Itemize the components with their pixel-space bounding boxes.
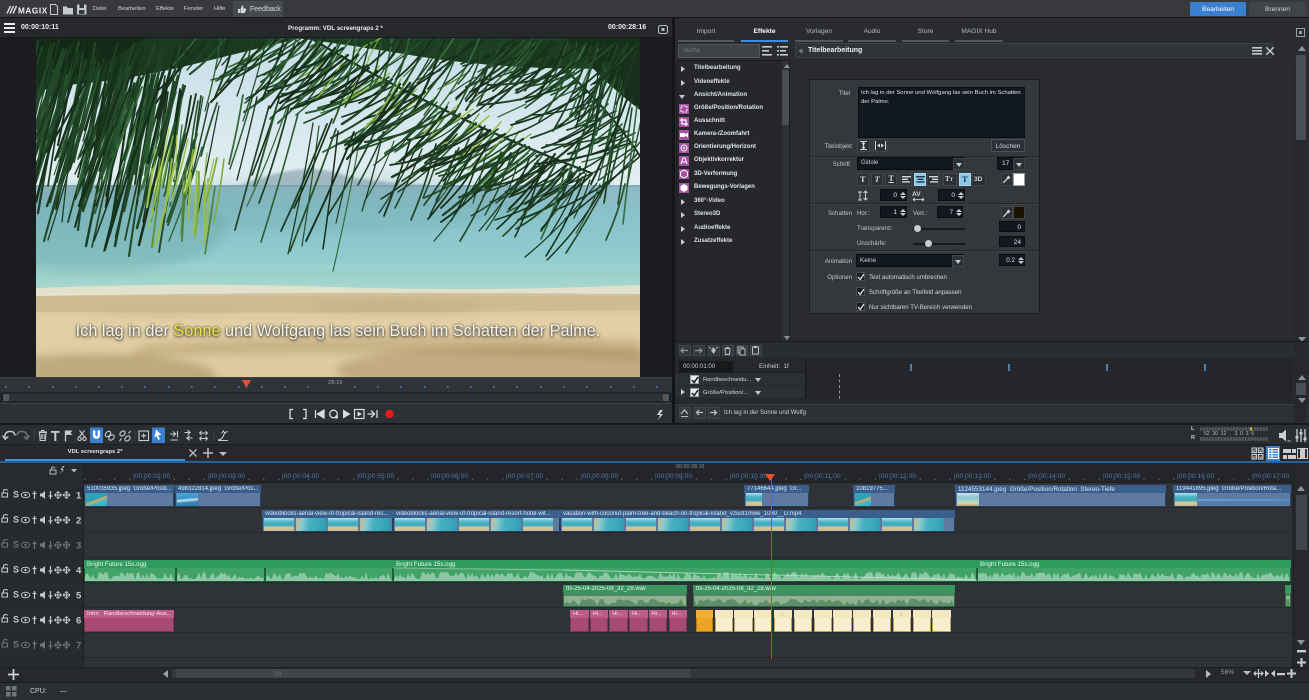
svg-text:|00:00:07:00: |00:00:07:00	[506, 473, 543, 480]
svg-text:|00:00:16:00: |00:00:16:00	[1177, 473, 1214, 480]
svg-text:|00:00:08:00: |00:00:08:00	[581, 473, 618, 480]
svg-text:S: S	[13, 490, 19, 500]
svg-text:|00:00:05:00: |00:00:05:00	[357, 473, 394, 480]
svg-text:5: 5	[76, 591, 82, 602]
svg-text:|00:00:17:00: |00:00:17:00	[1252, 473, 1289, 480]
svg-text:|00:00:10:00: |00:00:10:00	[730, 473, 767, 480]
svg-text:S: S	[13, 565, 19, 575]
svg-text:|00:00:14:00: |00:00:14:00	[1028, 473, 1065, 480]
svg-text:S: S	[13, 615, 19, 625]
svg-text:|00:00:13:00: |00:00:13:00	[954, 473, 991, 480]
svg-text:|00:00:12:00: |00:00:12:00	[879, 473, 916, 480]
svg-text:|00:00:06:00: |00:00:06:00	[431, 473, 468, 480]
svg-text:|00:00:09:00: |00:00:09:00	[655, 473, 692, 480]
svg-text:AV: AV	[912, 191, 921, 198]
svg-text:2: 2	[76, 516, 81, 527]
svg-text:|00:00:02:00: |00:00:02:00	[133, 473, 170, 480]
svg-text:MAGIX: MAGIX	[18, 6, 48, 15]
svg-text:S: S	[13, 540, 19, 550]
svg-text:6: 6	[76, 616, 81, 627]
svg-text:S: S	[13, 515, 19, 525]
svg-text:1: 1	[76, 491, 82, 502]
svg-text:3: 3	[76, 541, 81, 552]
svg-text:|00:00:15:00: |00:00:15:00	[1103, 473, 1140, 480]
svg-text:S: S	[13, 590, 19, 600]
svg-text:4: 4	[76, 566, 82, 577]
svg-text:|00:00:04:00: |00:00:04:00	[282, 473, 319, 480]
svg-text:|00:00:03:00: |00:00:03:00	[208, 473, 245, 480]
svg-text:S: S	[13, 640, 19, 650]
svg-text:7: 7	[76, 641, 81, 652]
svg-text:|00:00:11:00: |00:00:11:00	[804, 473, 841, 480]
